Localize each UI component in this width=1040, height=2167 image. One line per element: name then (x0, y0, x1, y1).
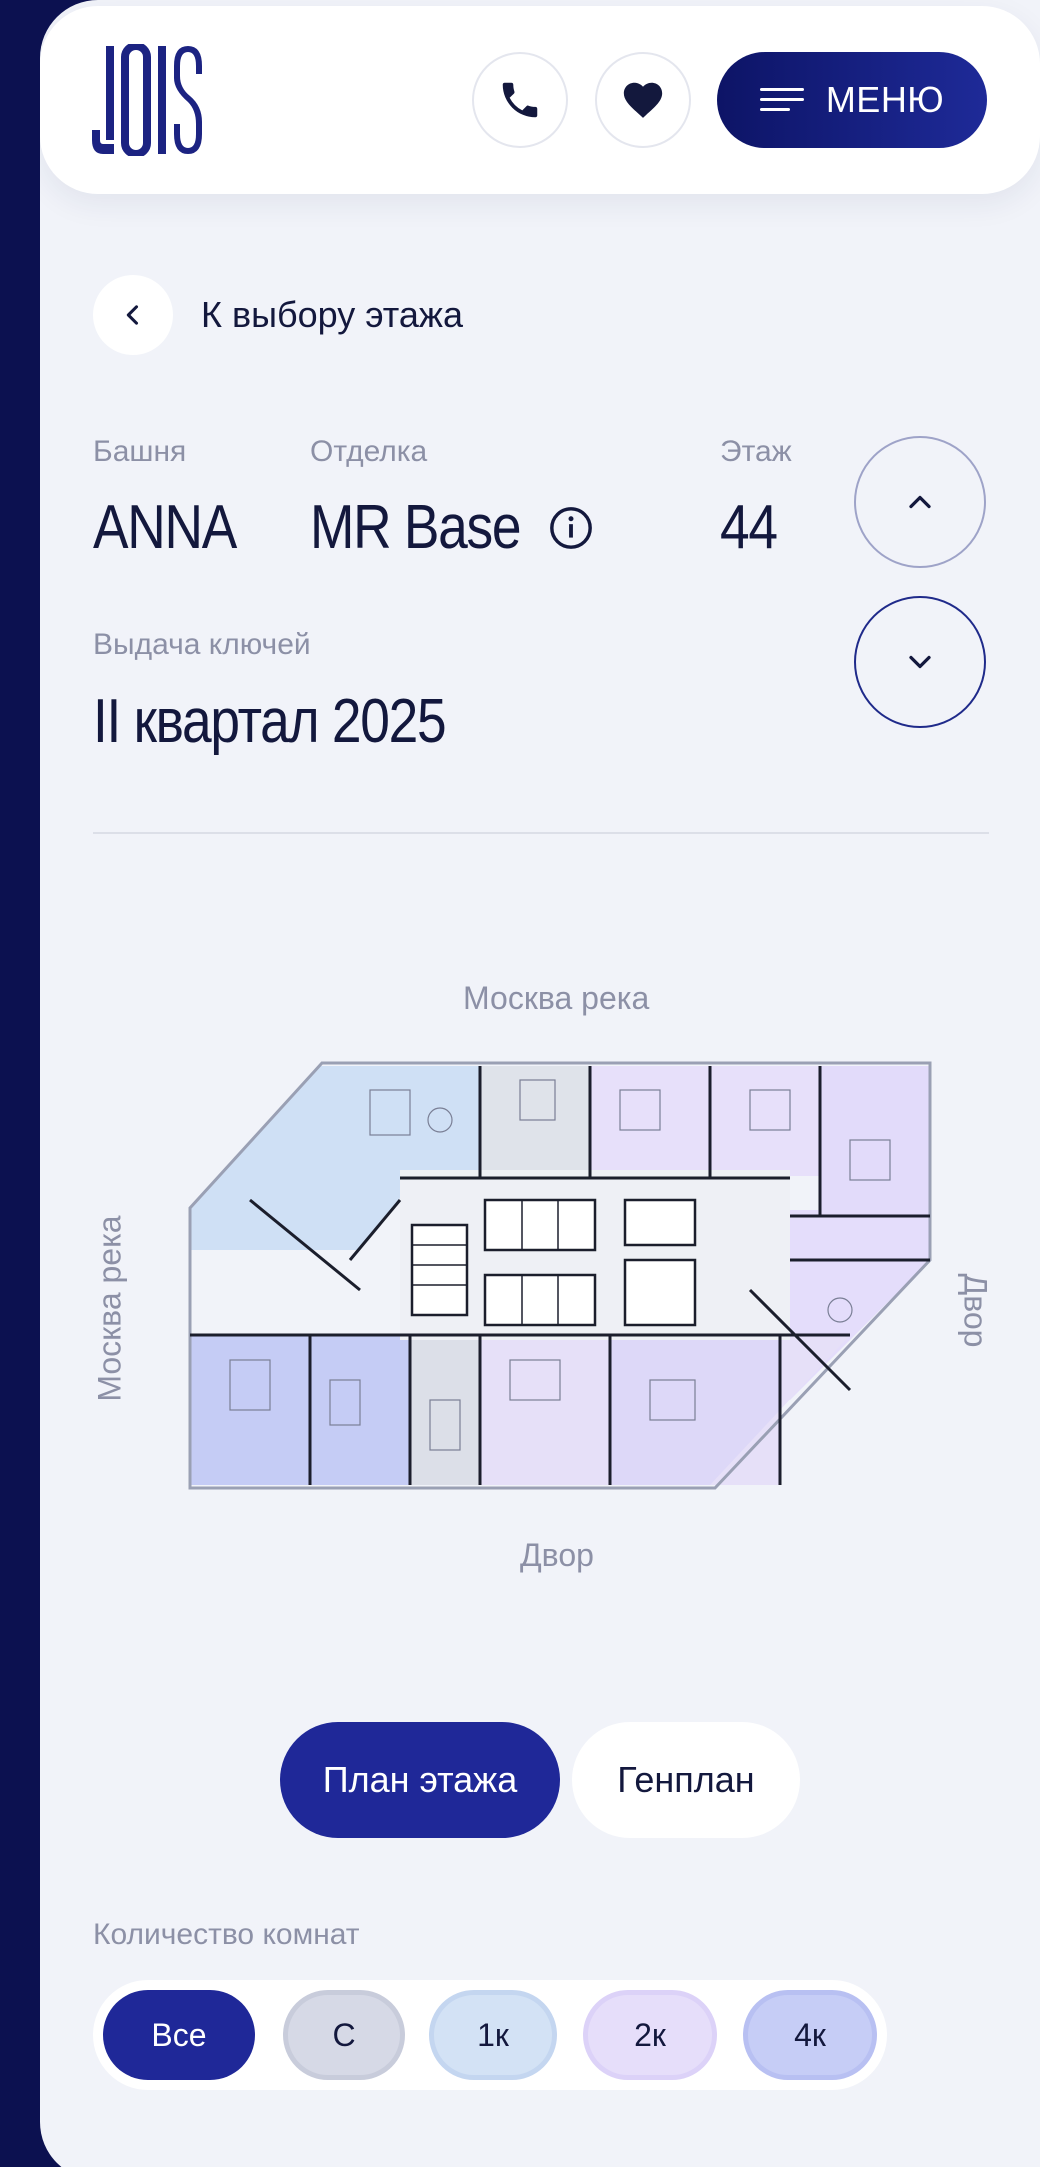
tab-master-plan[interactable]: Генплан (572, 1722, 800, 1838)
back-to-floor-selection[interactable]: К выбору этажа (93, 275, 463, 355)
floor-up-button[interactable] (854, 436, 986, 568)
info-icon[interactable] (548, 505, 594, 551)
floor-value: 44 (720, 493, 778, 562)
apartment-2k-a[interactable] (590, 1066, 820, 1176)
rooms-count-label: Количество комнат (93, 1918, 360, 1951)
back-label: К выбору этажа (201, 294, 464, 335)
floor-label: Этаж (720, 435, 792, 468)
rooms-chip-all[interactable]: Все (103, 1990, 255, 2080)
finish-value: MR Base (310, 493, 522, 562)
apartment-studio-a[interactable] (480, 1066, 590, 1176)
finish-label: Отделка (310, 435, 428, 468)
favorites-button[interactable] (595, 52, 691, 148)
apartment-studio-b[interactable] (410, 1335, 480, 1485)
apartment-2k-b[interactable] (820, 1066, 930, 1216)
apartment-2k-d[interactable] (480, 1335, 610, 1485)
plan-label-top: Москва река (463, 980, 650, 1016)
keys-label: Выдача ключей (93, 628, 311, 661)
keys-value: II квартал 2025 (93, 687, 447, 756)
rooms-filter: Все С 1к 2к 4к (93, 1980, 887, 2090)
top-header: МЕНЮ (40, 6, 1040, 194)
rooms-chip-studio[interactable]: С (283, 1990, 405, 2080)
call-button[interactable] (472, 52, 568, 148)
plan-label-bottom: Двор (520, 1537, 594, 1573)
menu-label: МЕНЮ (825, 79, 945, 120)
divider (93, 832, 989, 834)
logo[interactable] (92, 44, 204, 156)
page-panel: МЕНЮ К выбору этажа Башня ANNA Отделка M… (40, 0, 1040, 2167)
chevron-down-icon (909, 655, 931, 669)
floor-plan[interactable] (150, 1060, 970, 1492)
floor-down-button[interactable] (854, 596, 986, 728)
rooms-chip-2k[interactable]: 2к (583, 1990, 717, 2080)
rooms-chip-1k[interactable]: 1к (429, 1990, 557, 2080)
back-button[interactable] (93, 275, 173, 355)
phone-icon (502, 82, 538, 118)
finish-value-group: MR Base (310, 492, 594, 563)
chevron-left-icon (126, 305, 139, 325)
tower-value: ANNA (93, 493, 237, 562)
tower-label: Башня (93, 435, 187, 468)
heart-icon (623, 82, 663, 118)
hamburger-icon (759, 88, 804, 112)
rooms-chip-4k[interactable]: 4к (743, 1990, 877, 2080)
menu-button[interactable]: МЕНЮ (717, 52, 987, 148)
plan-label-left: Москва река (91, 1215, 128, 1402)
chevron-up-icon (909, 495, 931, 509)
apartment-4k-a[interactable] (190, 1335, 410, 1485)
tab-floor-plan[interactable]: План этажа (280, 1722, 560, 1838)
